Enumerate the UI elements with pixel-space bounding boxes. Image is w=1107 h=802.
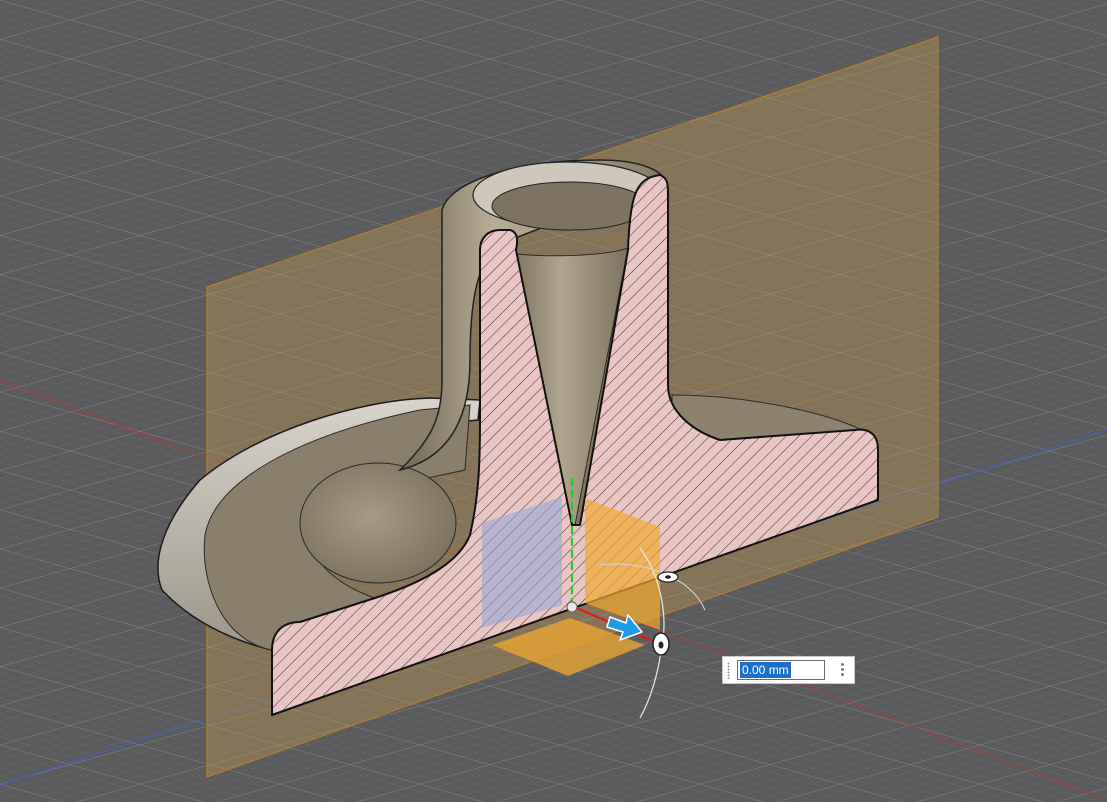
neck-bore [491,181,649,231]
distance-value[interactable]: 0.00 mm [740,662,791,678]
rotate-ring-icon-secondary[interactable] [657,571,679,583]
manipulator-origin[interactable] [566,601,578,613]
distance-input[interactable]: 0.00 mm [737,660,825,680]
drag-grip-icon[interactable] [727,662,730,679]
more-vertical-icon[interactable] [836,661,848,679]
dimension-input-box: 0.00 mm [722,656,855,684]
canvas-viewport[interactable] [0,0,1107,802]
bowl-recess [299,462,457,584]
rotate-ring-icon[interactable] [652,632,670,656]
